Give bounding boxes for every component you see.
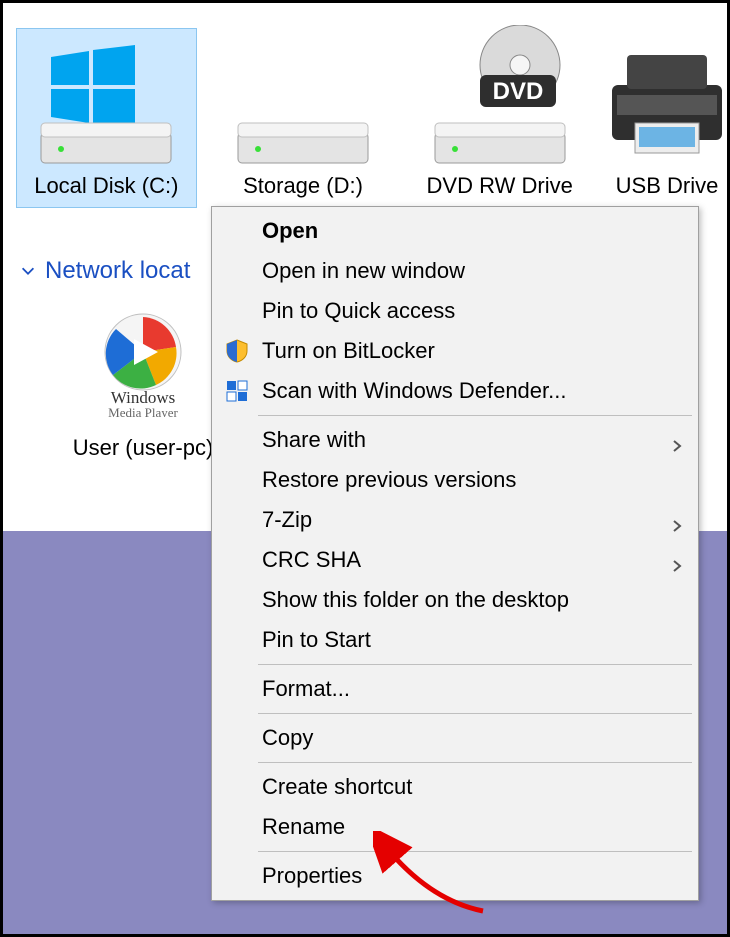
drive-icon xyxy=(607,29,727,169)
menu-item-label: Properties xyxy=(262,863,362,889)
menu-item-rename[interactable]: Rename xyxy=(214,807,696,847)
menu-item-label: Turn on BitLocker xyxy=(262,338,435,364)
menu-item-turn-on-bitlocker[interactable]: Turn on BitLocker xyxy=(214,331,696,371)
context-menu: Open Open in new window Pin to Quick acces… xyxy=(211,206,699,901)
menu-item-label: 7-Zip xyxy=(262,507,312,533)
menu-item-label: CRC SHA xyxy=(262,547,361,573)
menu-item-open-in-new-window[interactable]: Open in new window xyxy=(214,251,696,291)
hdd-icon xyxy=(228,45,378,165)
menu-item-crc-sha[interactable]: CRC SHA xyxy=(214,540,696,580)
drive-item-storage-d[interactable]: Storage (D:) xyxy=(214,29,393,207)
drive-row: Local Disk (C:) Storage (D:) xyxy=(17,29,727,207)
group-network-locations[interactable]: Network locat xyxy=(19,257,190,285)
drive-label: USB Drive xyxy=(607,169,727,207)
menu-item-label: Restore previous versions xyxy=(262,467,516,493)
drive-icon xyxy=(214,29,393,169)
menu-separator xyxy=(258,762,692,763)
menu-item-label: Share with xyxy=(262,427,366,453)
menu-item-label: Rename xyxy=(262,814,345,840)
menu-item-open[interactable]: Open xyxy=(214,211,696,251)
menu-item-properties[interactable]: Properties xyxy=(214,856,696,896)
menu-item-copy[interactable]: Copy xyxy=(214,718,696,758)
chevron-down-icon xyxy=(19,262,37,280)
svg-text:Media Player: Media Player xyxy=(108,405,178,417)
menu-item-label: Pin to Start xyxy=(262,627,371,653)
dvd-drive-icon: DVD xyxy=(425,25,575,165)
bitlocker-icon xyxy=(224,338,250,364)
menu-separator xyxy=(258,415,692,416)
menu-separator xyxy=(258,664,692,665)
defender-icon xyxy=(224,378,250,404)
menu-item-restore-previous-versions[interactable]: Restore previous versions xyxy=(214,460,696,500)
menu-item-pin-to-quick-access[interactable]: Pin to Quick access xyxy=(214,291,696,331)
menu-item-label: Format... xyxy=(262,676,350,702)
drive-item-local-c[interactable]: Local Disk (C:) xyxy=(17,29,196,207)
drive-item-usb[interactable]: USB Drive xyxy=(607,29,727,207)
drive-icon: DVD xyxy=(410,29,589,169)
windows-media-player-icon: Windows Media Player xyxy=(88,307,198,417)
menu-item-label: Pin to Quick access xyxy=(262,298,455,324)
chevron-right-icon xyxy=(670,553,684,567)
drive-label: DVD RW Drive xyxy=(410,169,589,207)
svg-text:DVD: DVD xyxy=(492,78,543,105)
menu-item-label: Show this folder on the desktop xyxy=(262,587,569,613)
menu-item-label: Create shortcut xyxy=(262,774,412,800)
printer-icon xyxy=(607,45,727,165)
menu-item-show-this-folder-on-the-desktop[interactable]: Show this folder on the desktop xyxy=(214,580,696,620)
menu-separator xyxy=(258,713,692,714)
menu-item-label: Copy xyxy=(262,725,313,751)
chevron-right-icon xyxy=(670,513,684,527)
menu-item-7-zip[interactable]: 7-Zip xyxy=(214,500,696,540)
drive-item-dvd[interactable]: DVD DVD RW Drive xyxy=(410,29,589,207)
network-item-label: User (user-pc) xyxy=(63,435,223,461)
drive-icon xyxy=(17,29,196,169)
menu-item-label: Scan with Windows Defender... xyxy=(262,378,566,404)
screenshot-frame: Local Disk (C:) Storage (D:) xyxy=(0,0,730,937)
menu-separator xyxy=(258,851,692,852)
menu-item-share-with[interactable]: Share with xyxy=(214,420,696,460)
menu-item-format[interactable]: Format... xyxy=(214,669,696,709)
menu-item-label: Open in new window xyxy=(262,258,465,284)
drive-label: Local Disk (C:) xyxy=(17,169,196,207)
network-item-wmp[interactable]: Windows Media Player User (user-pc) xyxy=(63,307,223,461)
drive-label: Storage (D:) xyxy=(214,169,393,207)
menu-item-pin-to-start[interactable]: Pin to Start xyxy=(214,620,696,660)
menu-item-scan-with-windows-defender[interactable]: Scan with Windows Defender... xyxy=(214,371,696,411)
menu-item-create-shortcut[interactable]: Create shortcut xyxy=(214,767,696,807)
menu-item-label: Open xyxy=(262,218,318,244)
chevron-right-icon xyxy=(670,433,684,447)
windows-drive-icon xyxy=(31,45,181,165)
group-label: Network locat xyxy=(45,257,190,285)
